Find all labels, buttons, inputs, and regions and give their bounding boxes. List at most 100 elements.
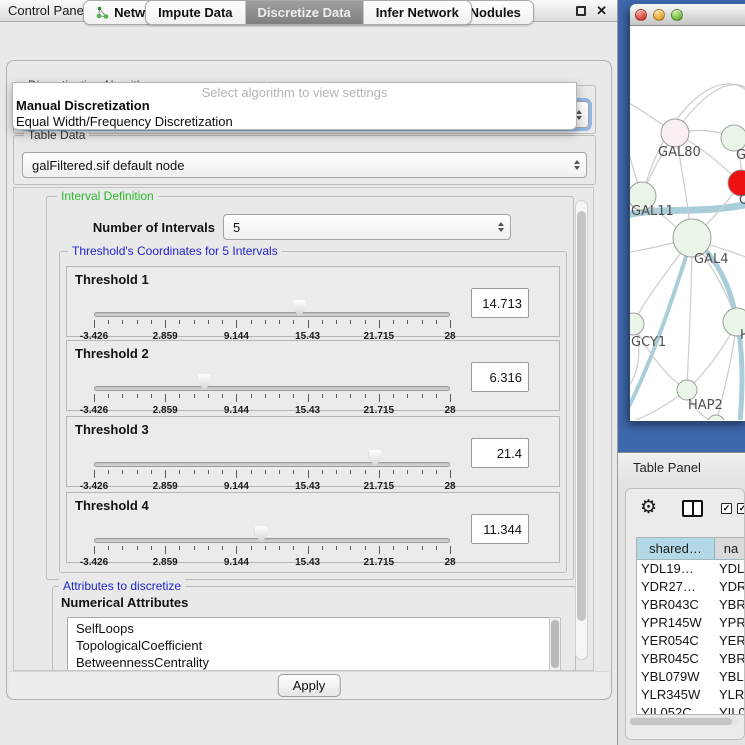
scrollbar-thumb[interactable] — [551, 620, 559, 668]
threshold-value-field[interactable] — [471, 362, 529, 392]
slider-track[interactable] — [94, 386, 450, 391]
tick-label: -3.426 — [80, 557, 108, 568]
table-row[interactable]: YLR345WYLR3 — [637, 686, 745, 704]
split-columns-icon[interactable] — [682, 500, 703, 517]
cell-shared-name: YDR27… — [637, 578, 715, 596]
table-row[interactable]: YER054CYER0 — [637, 632, 745, 650]
settings-vertical-scrollbar[interactable] — [575, 200, 588, 660]
table-rows: YDL19…YDL1YDR27…YDR2YBR043CYBR0YPR145WYP… — [637, 560, 745, 715]
network-canvas[interactable]: GAL80GACGAL11GAL4GCY1HHAP2 — [630, 26, 745, 420]
network-view[interactable]: GAL80GACGAL11GAL4GCY1HHAP2 — [630, 26, 745, 420]
slider-tick-labels: -3.4262.8599.14415.4321.71528 — [94, 557, 450, 569]
threshold-label: Threshold 1 — [75, 272, 149, 287]
close-traffic-light-icon[interactable] — [635, 9, 647, 21]
node-label: GCY1 — [631, 335, 666, 350]
threshold-panel: Threshold 3 -3.4262.8599.14415.4321.7152… — [66, 416, 560, 487]
combo-arrows-icon — [574, 160, 580, 170]
network-node[interactable] — [630, 313, 644, 335]
cell-name: YER0 — [715, 632, 745, 650]
zoom-traffic-light-icon[interactable] — [671, 9, 683, 21]
number-of-intervals-value: 5 — [233, 220, 240, 235]
threshold-slider[interactable]: -3.4262.8599.14415.4321.71528 — [87, 295, 459, 337]
threshold-slider[interactable]: -3.4262.8599.14415.4321.71528 — [87, 445, 459, 487]
table-data-combobox[interactable]: galFiltered.sif default node — [22, 152, 587, 178]
checkbox-select-all-icon[interactable]: ✓ — [737, 503, 745, 514]
table-row[interactable]: YBL079WYBL0 — [637, 668, 745, 686]
tick-label: 9.144 — [224, 557, 249, 568]
tab-label: Discretize Data — [258, 5, 351, 20]
threshold-panel: Threshold 4 -3.4262.8599.14415.4321.7152… — [66, 492, 560, 563]
tick-label: 2.859 — [153, 481, 178, 492]
threshold-value-field[interactable] — [471, 438, 529, 468]
node-attribute-table[interactable]: shared… na YDL19…YDL1YDR27…YDR2YBR043CYB… — [636, 537, 745, 715]
network-node[interactable] — [707, 415, 725, 420]
tab-infer-network[interactable]: Infer Network — [363, 1, 471, 24]
attributes-list-scrollbar[interactable] — [549, 617, 561, 671]
tab-impute-data[interactable]: Impute Data — [146, 1, 244, 24]
check-mark: ✓ — [723, 503, 731, 513]
list-item[interactable]: BetweennessCentrality — [76, 654, 560, 671]
tick-label: 15.43 — [295, 405, 320, 416]
tick-label: 21.715 — [364, 481, 395, 492]
attributes-group: Attributes to discretize Numerical Attri… — [52, 586, 576, 671]
tick-label: 28 — [444, 557, 455, 568]
node-label: C — [739, 193, 745, 208]
popup-option-equal-width[interactable]: Equal Width/Frequency Discretization — [13, 114, 576, 130]
threshold-slider[interactable]: -3.4262.8599.14415.4321.71528 — [87, 369, 459, 411]
gear-icon[interactable]: ⚙ — [640, 497, 657, 519]
slider-track[interactable] — [94, 538, 450, 543]
slider-track[interactable] — [94, 312, 450, 317]
table-row[interactable]: YBR045CYBR0 — [637, 650, 745, 668]
scrollbar-thumb[interactable] — [630, 718, 732, 725]
node-label: GAL80 — [658, 145, 701, 160]
tick-label: 9.144 — [224, 481, 249, 492]
threshold-panel: Threshold 1 -3.4262.8599.14415.4321.7152… — [66, 266, 560, 337]
popup-placeholder-option[interactable]: Select algorithm to view settings — [13, 83, 576, 98]
cell-shared-name: YPR145W — [637, 614, 715, 632]
table-panel-title: Table Panel — [633, 460, 701, 475]
tab-discretize-data[interactable]: Discretize Data — [245, 1, 363, 24]
threshold-value-field[interactable] — [471, 288, 529, 318]
popup-option-manual-discretization[interactable]: Manual Discretization — [13, 98, 576, 114]
threshold-label: Threshold 3 — [75, 422, 149, 437]
list-item[interactable]: SelfLoops — [76, 620, 560, 637]
threshold-panel: Threshold 2 -3.4262.8599.14415.4321.7152… — [66, 340, 560, 411]
tab-label: Infer Network — [376, 5, 459, 20]
group-title: Interval Definition — [57, 189, 158, 203]
network-node[interactable] — [661, 119, 689, 147]
cell-name: YIL0 — [715, 704, 745, 715]
numerical-attributes-list[interactable]: SelfLoopsTopologicalCoefficientBetweenne… — [67, 617, 561, 671]
cell-name: YDR2 — [715, 578, 745, 596]
table-panel-titlebar: Table Panel — [618, 452, 745, 482]
settings-scroll-viewport: Interval Definition Number of Intervals … — [13, 187, 594, 671]
table-row[interactable]: YDL19…YDL1 — [637, 560, 745, 578]
table-row[interactable]: YIL052CYIL0 — [637, 704, 745, 715]
node-label: GAL4 — [694, 252, 728, 267]
number-of-intervals-combobox[interactable]: 5 — [223, 214, 511, 240]
combo-arrows-icon — [498, 222, 504, 232]
control-panel: Control Panel ✕ NetworkStyleSelectCyni T… — [0, 0, 618, 745]
table-row[interactable]: YDR27…YDR2 — [637, 578, 745, 596]
apply-button[interactable]: Apply — [278, 674, 341, 697]
slider-ticks — [94, 546, 450, 555]
threshold-slider[interactable]: -3.4262.8599.14415.4321.71528 — [87, 521, 459, 563]
table-horizontal-scrollbar[interactable] — [629, 717, 739, 726]
table-row[interactable]: YBR043CYBR0 — [637, 596, 745, 614]
group-title: Threshold's Coordinates for 5 Intervals — [68, 244, 282, 258]
right-region: GAL80GACGAL11GAL4GCY1HHAP2 Table Panel ⚙… — [618, 0, 745, 745]
node-label: GA — [736, 148, 745, 163]
network-window: GAL80GACGAL11GAL4GCY1HHAP2 — [630, 4, 745, 421]
slider-track[interactable] — [94, 462, 450, 467]
table-row[interactable]: YPR145WYPR1 — [637, 614, 745, 632]
scrollbar-thumb[interactable] — [577, 211, 586, 621]
column-header-name[interactable]: na — [715, 538, 745, 559]
network-node[interactable] — [677, 380, 697, 400]
apply-row: Apply — [9, 671, 609, 699]
tick-label: 2.859 — [153, 405, 178, 416]
bottom-tabs: Impute Data Discretize Data Infer Network — [145, 0, 472, 25]
list-item[interactable]: TopologicalCoefficient — [76, 637, 560, 654]
column-header-shared-name[interactable]: shared… — [637, 538, 715, 559]
threshold-value-field[interactable] — [471, 514, 529, 544]
minimize-traffic-light-icon[interactable] — [653, 9, 665, 21]
checkbox-select-icon[interactable]: ✓ — [721, 503, 732, 514]
